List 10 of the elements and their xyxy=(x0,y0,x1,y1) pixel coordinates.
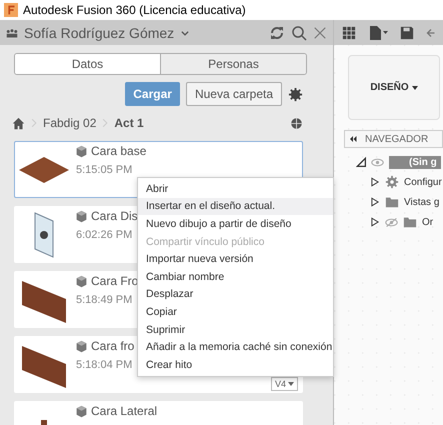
file-time: 5:15:05 PM xyxy=(75,164,134,176)
file-name: Cara Lateral xyxy=(91,404,158,418)
window-title: Autodesk Fusion 360 (Licencia educativa) xyxy=(23,3,246,17)
file-time: 5:18:04 PM xyxy=(75,359,134,371)
file-name: Cara base xyxy=(91,144,146,158)
file-name: Cara fro xyxy=(91,339,134,353)
browser-title: NAVEGADOR xyxy=(365,134,428,144)
file-time: 5:18:49 PM xyxy=(75,294,134,306)
file-time: 6:02:26 PM xyxy=(75,229,134,241)
file-name: Cara Dis xyxy=(91,209,138,223)
